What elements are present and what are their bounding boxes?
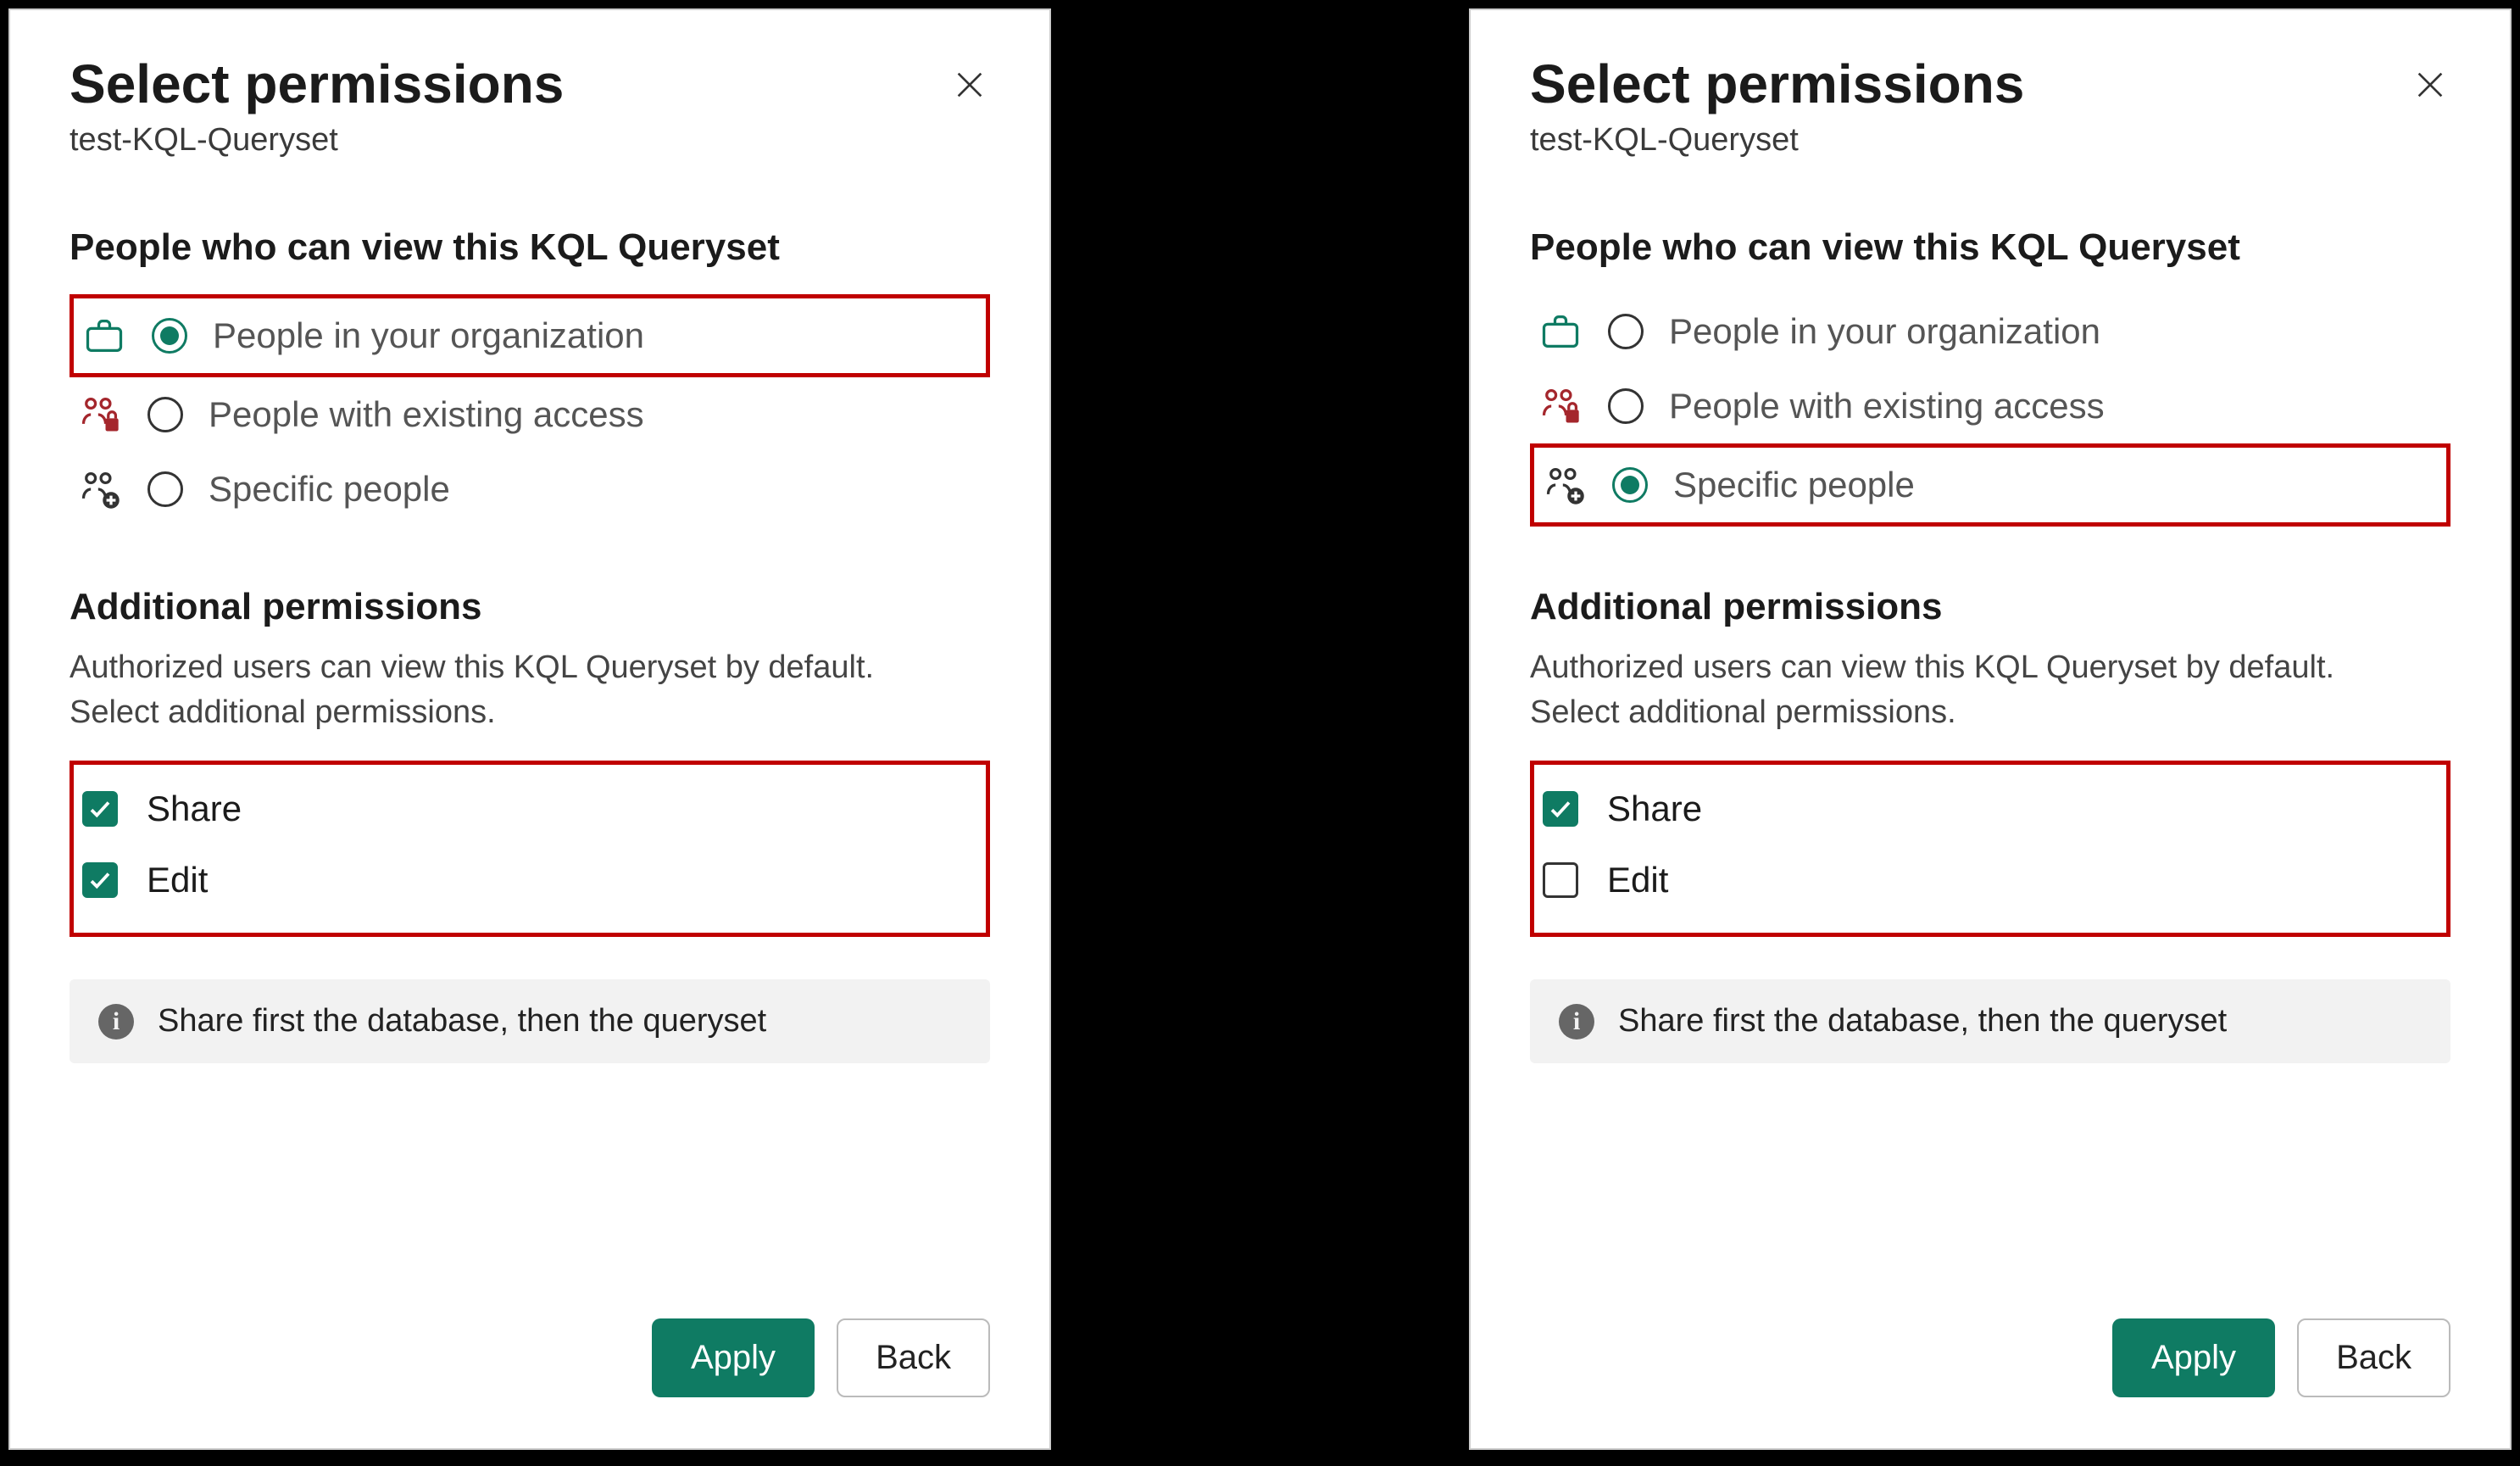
info-text: Share first the database, then the query…	[1618, 1003, 2227, 1040]
viewers-radio-group: People in your organization People with …	[70, 294, 990, 527]
permissions-dialog-left: Select permissions test-KQL-Queryset Peo…	[8, 8, 1051, 1450]
checkbox-share[interactable]	[1543, 791, 1578, 827]
dialog-subtitle: test-KQL-Queryset	[1530, 122, 2024, 159]
radio-label-org: People in your organization	[213, 315, 644, 356]
info-text: Share first the database, then the query…	[158, 1003, 766, 1040]
apply-button[interactable]: Apply	[2112, 1318, 2275, 1397]
checkbox-share[interactable]	[82, 791, 118, 827]
radio-input-org[interactable]	[1608, 314, 1644, 349]
check-icon	[87, 796, 113, 822]
dialog-subtitle: test-KQL-Queryset	[70, 122, 564, 159]
additional-help: Authorized users can view this KQL Query…	[1530, 645, 2378, 735]
radio-input-specific[interactable]	[147, 471, 183, 507]
additional-checkboxes: Share Edit	[1530, 761, 2450, 937]
radio-label-existing: People with existing access	[209, 394, 644, 435]
additional-heading: Additional permissions	[70, 586, 990, 628]
close-icon	[953, 68, 987, 102]
people-add-icon	[1543, 463, 1587, 507]
radio-option-org[interactable]: People in your organization	[1530, 294, 2450, 369]
checkbox-label-share: Share	[1607, 789, 1702, 829]
people-add-icon	[78, 467, 122, 511]
checkbox-edit[interactable]	[1543, 862, 1578, 898]
radio-input-existing[interactable]	[147, 397, 183, 432]
info-banner: i Share first the database, then the que…	[70, 979, 990, 1063]
check-icon	[1548, 796, 1573, 822]
briefcase-icon	[82, 314, 126, 358]
apply-button[interactable]: Apply	[652, 1318, 815, 1397]
radio-label-org: People in your organization	[1669, 311, 2100, 352]
info-banner: i Share first the database, then the que…	[1530, 979, 2450, 1063]
checkbox-row-share[interactable]: Share	[82, 773, 977, 844]
additional-heading: Additional permissions	[1530, 586, 2450, 628]
close-icon	[2413, 68, 2447, 102]
close-button[interactable]	[949, 64, 990, 105]
additional-help: Authorized users can view this KQL Query…	[70, 645, 917, 735]
checkbox-row-edit[interactable]: Edit	[1543, 844, 2438, 916]
checkbox-label-edit: Edit	[1607, 860, 1668, 900]
dialog-title: Select permissions	[1530, 53, 2024, 115]
radio-option-existing[interactable]: People with existing access	[70, 377, 990, 452]
checkbox-row-edit[interactable]: Edit	[82, 844, 977, 916]
back-button[interactable]: Back	[837, 1318, 990, 1397]
close-button[interactable]	[2410, 64, 2450, 105]
radio-option-specific[interactable]: Specific people	[1530, 443, 2450, 527]
checkbox-label-edit: Edit	[147, 860, 208, 900]
permissions-dialog-right: Select permissions test-KQL-Queryset Peo…	[1469, 8, 2512, 1450]
radio-option-org[interactable]: People in your organization	[70, 294, 990, 377]
back-button[interactable]: Back	[2297, 1318, 2450, 1397]
checkbox-label-share: Share	[147, 789, 242, 829]
viewers-heading: People who can view this KQL Queryset	[70, 226, 990, 269]
check-icon	[87, 867, 113, 893]
people-lock-icon	[78, 393, 122, 437]
briefcase-icon	[1538, 309, 1583, 354]
radio-input-org[interactable]	[152, 318, 187, 354]
radio-label-existing: People with existing access	[1669, 386, 2105, 426]
radio-label-specific: Specific people	[209, 469, 450, 510]
radio-input-specific[interactable]	[1612, 467, 1648, 503]
info-icon: i	[98, 1004, 134, 1040]
viewers-heading: People who can view this KQL Queryset	[1530, 226, 2450, 269]
viewers-radio-group: People in your organization People with …	[1530, 294, 2450, 527]
dialog-footer: Apply Back	[1530, 1318, 2450, 1397]
additional-checkboxes: Share Edit	[70, 761, 990, 937]
dialog-title: Select permissions	[70, 53, 564, 115]
checkbox-row-share[interactable]: Share	[1543, 773, 2438, 844]
checkbox-edit[interactable]	[82, 862, 118, 898]
dialog-footer: Apply Back	[70, 1318, 990, 1397]
info-icon: i	[1559, 1004, 1594, 1040]
radio-option-existing[interactable]: People with existing access	[1530, 369, 2450, 443]
radio-option-specific[interactable]: Specific people	[70, 452, 990, 527]
radio-label-specific: Specific people	[1673, 465, 1915, 505]
people-lock-icon	[1538, 384, 1583, 428]
radio-input-existing[interactable]	[1608, 388, 1644, 424]
